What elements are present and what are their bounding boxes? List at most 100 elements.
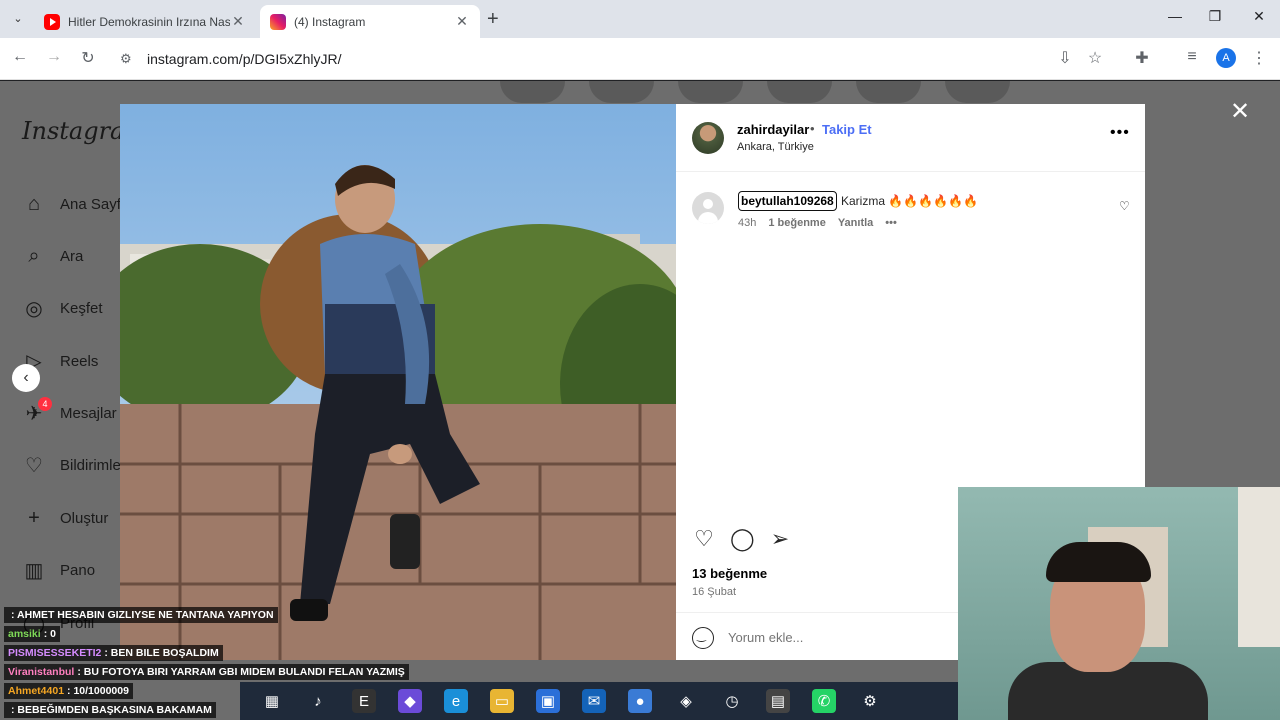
separator-dot: • [810,121,815,136]
comment-time: 43h [738,217,757,229]
comment-meta: 43h 1 beğenme Yanıtla ••• [738,217,897,229]
youtube-icon [44,13,60,30]
minimize-button[interactable]: — [1153,8,1197,24]
new-tab-button[interactable]: + [487,9,499,29]
sidebar-item-notifications[interactable]: ♡ Bildirimler [22,453,126,477]
tab-hitler-video[interactable]: Hitler Demokrasinin Irzına Nası ✕ [34,5,256,38]
profile-avatar[interactable]: A [1216,48,1236,68]
follow-button[interactable]: Takip Et [822,122,872,137]
chat-username: amsiki [8,627,41,640]
chat-message: Viranistanbul: BU FOTOYA BIRI YARRAM GBI… [0,662,420,681]
likes-count[interactable]: 13 beğenme [692,566,767,581]
microsoft-store-icon[interactable]: ▣ [536,689,560,713]
sidebar-item-label: Reels [60,352,99,370]
sidebar-item-create[interactable]: + Oluştur [22,506,108,530]
clock-app-icon[interactable]: ◷ [720,689,744,713]
tab-title: (4) Instagram [294,14,366,29]
dashboard-icon: ▥ [24,559,44,582]
chat-username: Viranistanbul [8,665,75,678]
comment-text: Karizma 🔥🔥🔥🔥🔥🔥 [841,194,978,208]
chat-username: Ahmet4401 [8,684,65,697]
url-text: instagram.com/p/DGI5xZhlyJR/ [147,51,342,67]
extensions-icon[interactable]: ✚ [1131,48,1153,68]
install-app-icon[interactable]: ⇩ [1054,48,1076,68]
sidebar-item-label: Bildirimler [60,456,126,474]
tiktok-icon[interactable]: ♪ [306,689,330,713]
copilot-icon[interactable]: ◆ [398,689,422,713]
close-tab-icon[interactable]: ✕ [454,13,470,30]
reload-icon[interactable]: ↻ [77,48,99,68]
calculator-icon[interactable]: ▤ [766,689,790,713]
sidebar-item-messages[interactable]: ✈ Mesajlar [22,401,117,425]
story-item[interactable] [945,81,1010,103]
story-item[interactable] [500,81,565,103]
sidebar-item-label: Oluştur [60,509,109,527]
comment-bubble-icon[interactable]: ◯ [730,526,755,552]
comment-reply-button[interactable]: Yanıtla [838,217,873,229]
file-explorer-icon[interactable]: ▭ [490,689,514,713]
media-control-icon[interactable]: ≡ [1181,48,1203,66]
webcam-overlay [958,487,1280,720]
windows-taskbar: ▦ ♪ E ◆ e ▭ ▣ ✉ ● ◈ ◷ ▤ ✆ ⚙ [240,682,960,720]
close-tab-icon[interactable]: ✕ [230,13,246,30]
chat-text: AHMET HESABIN GIZLIYSE NE TANTANA YAPIYO… [17,608,274,621]
story-item[interactable] [678,81,743,103]
epic-games-icon[interactable]: E [352,689,376,713]
heart-icon: ♡ [25,454,43,477]
post-actions: ♡ ◯ ➢ [692,526,792,552]
sidebar-item-label: Ana Sayfa [60,195,130,213]
chat-message: amsiki: 0 [0,624,420,643]
comment-more-icon[interactable]: ••• [885,217,897,229]
back-icon[interactable]: ← [9,48,31,66]
post-location[interactable]: Ankara, Türkiye [737,141,814,153]
like-heart-icon[interactable]: ♡ [692,526,716,552]
sidebar-item-label: Keşfet [60,299,103,317]
whatsapp-icon[interactable]: ✆ [812,689,836,713]
chat-text: BEBEĞIMDEN BAŞKASINA BAKAMAM [17,703,212,716]
emoji-icon[interactable] [692,627,714,649]
close-window-button[interactable]: ✕ [1237,8,1280,25]
author-avatar[interactable] [692,122,724,154]
webcam-person-hair [1046,542,1151,582]
post-header: zahirdayilar • Takip Et Ankara, Türkiye … [676,104,1145,172]
address-bar[interactable]: ⚙ instagram.com/p/DGI5xZhlyJR/ [112,43,1112,75]
more-options-icon[interactable]: ••• [1110,124,1130,142]
comment-username[interactable]: beytullah109268 [738,191,837,211]
forward-icon[interactable]: → [43,48,65,66]
post-photo[interactable] [120,104,676,660]
outlook-icon[interactable]: ✉ [582,689,606,713]
chrome-icon[interactable]: ● [628,689,652,713]
comment-like-heart-icon[interactable]: ♡ [1119,199,1130,213]
home-icon: ⌂ [27,192,41,215]
commenter-avatar[interactable] [692,192,724,224]
browser-tab-bar: ⌄ Hitler Demokrasinin Irzına Nası ✕ (4) … [0,0,1280,38]
story-item[interactable] [589,81,654,103]
edge-icon[interactable]: e [444,689,468,713]
stories-strip [500,81,1010,103]
tab-search-chevron-icon[interactable]: ⌄ [8,9,28,29]
restore-button[interactable]: ❐ [1193,8,1237,25]
sidebar-item-explore[interactable]: ◎ Keşfet [22,296,103,320]
comment-likes[interactable]: 1 beğenme [768,217,825,229]
sidebar-item-dashboard[interactable]: ▥ Pano [22,558,96,582]
davinci-icon[interactable]: ◈ [674,689,698,713]
task-view-icon[interactable]: ▦ [260,689,284,713]
previous-post-button[interactable]: ‹ [12,364,40,392]
tab-title: Hitler Demokrasinin Irzına Nası [68,14,230,29]
share-send-icon[interactable]: ➢ [768,526,792,552]
settings-gear-icon[interactable]: ⚙ [858,689,882,713]
author-username[interactable]: zahirdayilar [737,122,809,137]
story-item[interactable] [856,81,921,103]
bookmark-star-icon[interactable]: ☆ [1084,48,1106,68]
tab-instagram[interactable]: (4) Instagram ✕ [260,5,480,38]
post-date: 16 Şubat [692,586,737,598]
chat-username: PISMISESSEKETI2 [8,646,102,659]
chat-text: BU FOTOYA BIRI YARRAM GBI MIDEM BULANDI … [83,665,405,678]
sidebar-item-home[interactable]: ⌂ Ana Sayfa [22,192,129,216]
story-item[interactable] [767,81,832,103]
sidebar-item-search[interactable]: ⌕ Ara [22,244,83,268]
menu-kebab-icon[interactable]: ⋮ [1248,48,1270,68]
site-info-icon[interactable]: ⚙ [120,51,132,67]
close-modal-icon[interactable]: ✕ [1230,97,1250,126]
webcam-window [1238,487,1280,647]
